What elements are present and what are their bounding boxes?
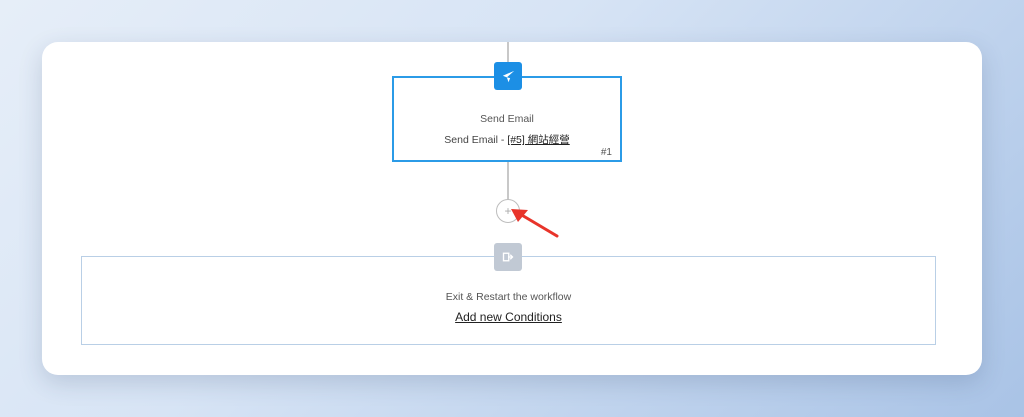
exit-door-icon [494, 243, 522, 271]
red-arrow-icon [511, 209, 559, 238]
email-template-link[interactable]: [#5] 網站經營 [507, 134, 569, 146]
add-new-conditions-link[interactable]: Add new Conditions [82, 310, 935, 324]
paper-plane-icon [494, 62, 522, 90]
connector-line-middle [507, 162, 509, 200]
exit-node-title: Exit & Restart the workflow [445, 291, 572, 303]
send-email-subtitle-prefix: Send Email - [444, 134, 508, 146]
send-email-node-title: Send Email [480, 113, 534, 125]
node-number: #1 [600, 147, 612, 158]
send-email-node-subtitle: Send Email - [#5] 網站經營 [394, 132, 620, 147]
